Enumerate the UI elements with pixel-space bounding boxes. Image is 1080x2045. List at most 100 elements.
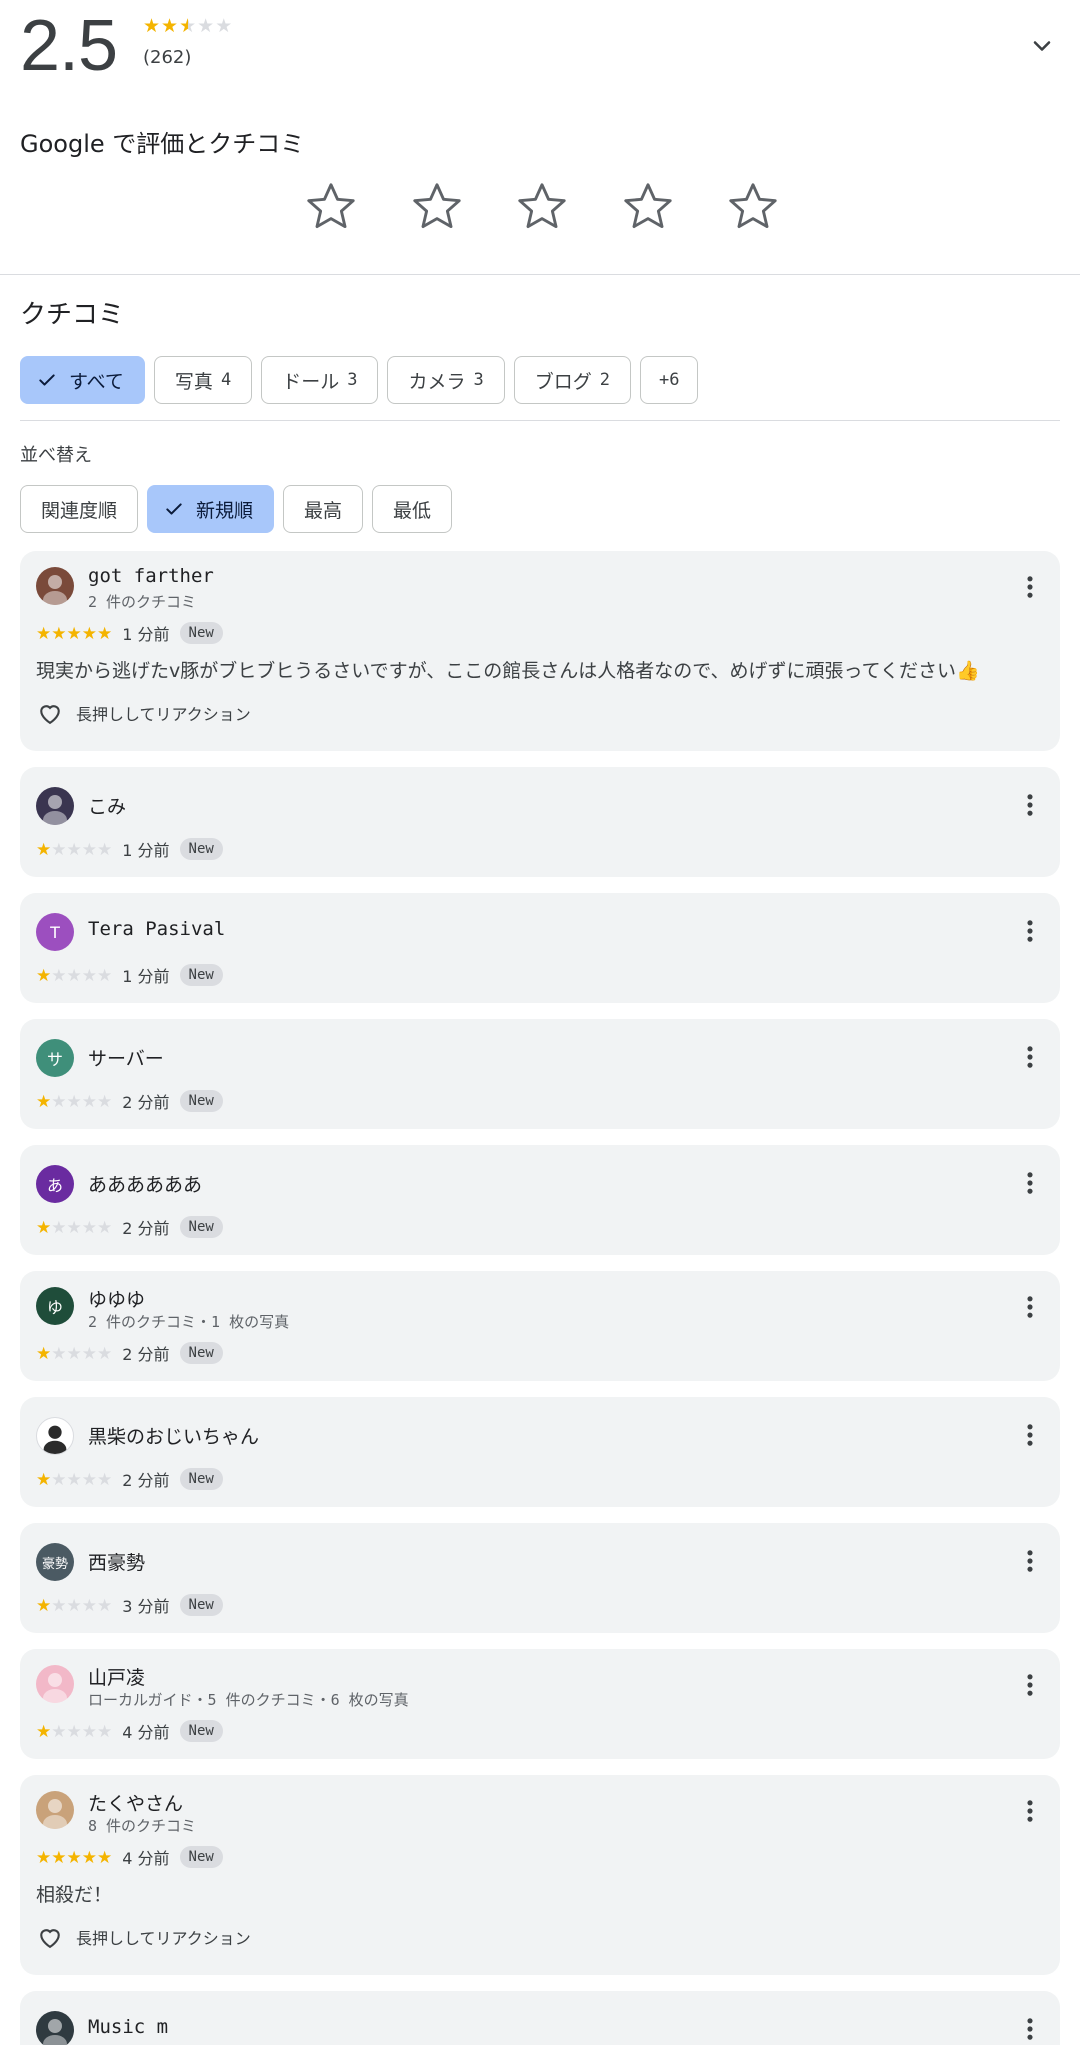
review-card: ゆゆゆゆ 2 件のクチコミ・1 枚の写真 ★★★★★ 2 分前 New — [20, 1271, 1060, 1381]
star-icon: ★ — [51, 623, 67, 644]
avatar[interactable] — [36, 787, 74, 825]
review-time: 1 分前 — [122, 841, 170, 860]
chevron-down-icon[interactable] — [1028, 32, 1056, 60]
more-vert-icon[interactable] — [1016, 2015, 1044, 2043]
avatar[interactable]: T — [36, 913, 74, 951]
avatar[interactable] — [36, 1791, 74, 1829]
reviewer-name[interactable]: Music m — [88, 2016, 168, 2038]
chip-count: 3 — [473, 370, 484, 390]
avatar[interactable]: サ — [36, 1039, 74, 1077]
profile-photo-icon — [43, 795, 67, 825]
star-icon: ★ — [81, 1091, 97, 1112]
rate-star-5-icon[interactable] — [724, 178, 782, 236]
filter-chip-all[interactable]: すべて — [20, 356, 145, 404]
sort-chip-lowest[interactable]: 最低 — [372, 485, 453, 533]
avatar[interactable] — [36, 1417, 74, 1455]
chip-count: 4 — [220, 370, 232, 390]
filter-chip-blog[interactable]: ブログ 2 — [513, 356, 631, 404]
star-icon: ★ — [66, 623, 82, 644]
more-vert-icon[interactable] — [1016, 917, 1044, 945]
star-icon: ★ — [81, 965, 97, 986]
review-card: got farther 2 件のクチコミ ★★★★★ 1 分前 New 現実から逃げたv豚… — [20, 551, 1060, 751]
new-badge: New — [179, 1468, 223, 1490]
star-icon: ★ — [66, 1217, 82, 1238]
review-stars: ★★★★★ — [36, 840, 112, 859]
filter-divider — [20, 420, 1060, 421]
avatar[interactable]: 豪勢 — [36, 1543, 74, 1581]
filter-chip-more[interactable]: +6 — [639, 356, 699, 404]
more-vert-icon[interactable] — [1016, 1671, 1044, 1699]
section-divider — [0, 274, 1080, 275]
more-vert-icon[interactable] — [1016, 1547, 1044, 1575]
new-badge: New — [179, 1090, 223, 1112]
reviewer-name[interactable]: ああああああ — [88, 1170, 202, 1197]
more-vert-icon[interactable] — [1016, 1293, 1044, 1321]
more-vert-icon[interactable] — [1016, 1043, 1044, 1071]
avatar[interactable] — [36, 567, 74, 605]
reviewer-name[interactable]: 山戸凌 — [88, 1663, 145, 1690]
review-time: 2 分前 — [122, 1219, 170, 1238]
rate-star-4-icon[interactable] — [619, 178, 677, 236]
avatar-initial: 豪勢 — [41, 1556, 68, 1572]
sort-chip-highest[interactable]: 最高 — [283, 485, 364, 533]
review-time: 2 分前 — [122, 1093, 170, 1112]
new-badge: New — [179, 1594, 223, 1616]
star-icon: ★ — [66, 1847, 82, 1868]
review-meta: ★★★★★ 2 分前 New — [36, 1467, 223, 1491]
more-vert-icon[interactable] — [1016, 1797, 1044, 1825]
review-stars: ★★★★★ — [36, 1092, 112, 1111]
sort-chip-newest[interactable]: 新規順 — [147, 485, 275, 533]
filter-chip-camera[interactable]: カメラ 3 — [387, 356, 505, 404]
reviewer-name[interactable]: ゆゆゆ — [88, 1285, 145, 1312]
more-vert-icon[interactable] — [1016, 1169, 1044, 1197]
reviewer-name[interactable]: Tera Pasival — [88, 918, 225, 940]
more-vert-icon[interactable] — [1016, 573, 1044, 601]
new-badge: New — [179, 1342, 223, 1364]
avatar[interactable] — [36, 2011, 74, 2045]
reaction-label: 長押ししてリアクション — [76, 705, 251, 724]
rate-star-2-icon[interactable] — [408, 178, 466, 236]
star-half-icon: ★ — [179, 15, 198, 37]
reviewer-name[interactable]: サーバー — [88, 1044, 164, 1071]
avatar[interactable]: あ — [36, 1165, 74, 1203]
reaction-button[interactable]: 長押ししてリアクション — [36, 1923, 251, 1951]
rate-star-1-icon[interactable] — [302, 178, 360, 236]
reviewer-name[interactable]: 西豪勢 — [88, 1548, 145, 1575]
heart-icon — [40, 1929, 60, 1949]
star-icon: ★ — [97, 1595, 113, 1616]
star-icon: ★ — [66, 965, 82, 986]
reviewer-name[interactable]: たくやさん — [88, 1789, 183, 1816]
reviewer-name[interactable]: got farther — [88, 565, 214, 587]
review-card: 黒柴のおじいちゃん ★★★★★ 2 分前 New — [20, 1397, 1060, 1507]
star-icon: ★ — [51, 839, 67, 860]
avatar[interactable]: ゆ — [36, 1287, 74, 1325]
filter-chip-doll[interactable]: ドール 3 — [261, 356, 379, 404]
reviewer-name[interactable]: こみ — [88, 792, 126, 819]
average-stars: ★★★★★ — [143, 16, 233, 36]
review-meta: ★★★★★ 4 分前 New — [36, 1845, 223, 1869]
star-icon: ★ — [51, 1847, 67, 1868]
check-icon — [166, 503, 182, 515]
sort-chip-relevance[interactable]: 関連度順 — [20, 485, 139, 533]
new-badge: New — [179, 622, 223, 644]
star-icon: ★ — [66, 839, 82, 860]
more-vert-icon[interactable] — [1016, 791, 1044, 819]
profile-photo-icon — [43, 575, 67, 605]
review-card: 山戸凌 ローカルガイド・5 件のクチコミ・6 枚の写真 ★★★★★ 4 分前 New — [20, 1649, 1060, 1759]
reaction-button[interactable]: 長押ししてリアクション — [36, 699, 251, 727]
filter-chip-photos[interactable]: 写真 4 — [153, 356, 253, 404]
review-text: 相殺だ！ — [36, 1884, 113, 1906]
review-meta: ★★★★★ 1 分前 New — [36, 621, 223, 645]
rate-star-3-icon[interactable] — [513, 178, 571, 236]
reviewer-name[interactable]: 黒柴のおじいちゃん — [88, 1422, 259, 1449]
star-icon: ★ — [81, 623, 97, 644]
avatar[interactable] — [36, 1665, 74, 1703]
star-icon: ★ — [97, 1343, 113, 1364]
more-vert-icon[interactable] — [1016, 1421, 1044, 1449]
star-icon: ★ — [36, 1847, 52, 1868]
chip-label: カメラ — [408, 370, 466, 393]
star-icon: ★ — [81, 1847, 97, 1868]
sort-chips: 関連度順 新規順 最高 最低 — [20, 485, 453, 533]
star-icon: ★ — [97, 839, 113, 860]
new-badge: New — [179, 964, 223, 986]
